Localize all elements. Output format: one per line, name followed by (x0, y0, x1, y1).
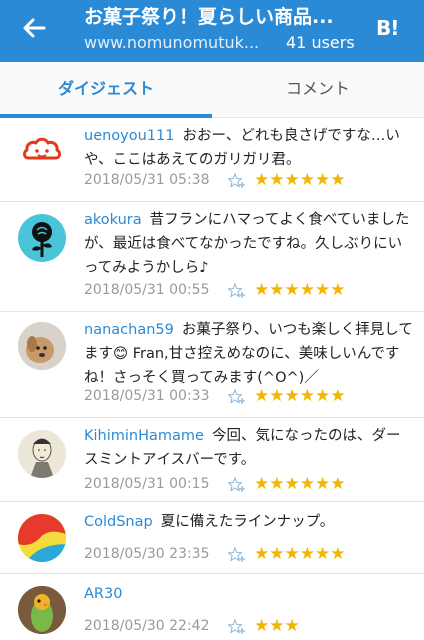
comment-date[interactable]: 2018/05/31 00:33 (84, 384, 210, 408)
list-item[interactable]: nanachan59 お菓子祭り、いつも楽しく拝見してます😊 Fran,甘さ控えめ… (0, 312, 424, 418)
add-star-icon[interactable] (228, 477, 246, 493)
avatar[interactable] (18, 514, 66, 562)
tab-comments[interactable]: コメント (212, 62, 424, 118)
comment-username[interactable]: AR30 (84, 586, 122, 602)
comment-date[interactable]: 2018/05/31 05:38 (84, 168, 210, 192)
star-rating[interactable]: ★★★★★★ (254, 542, 345, 566)
add-star-icon[interactable] (228, 389, 246, 405)
comment-username[interactable]: KihiminHamame (84, 428, 204, 444)
comment-body: akokura 昔フランにハマってよく食べていましたが、最近は食べてなかったですね… (84, 208, 414, 280)
comment-username[interactable]: ColdSnap (84, 514, 153, 530)
list-item[interactable]: ColdSnap 夏に備えたラインナップ。 2018/05/30 23:35 ★★… (0, 502, 424, 574)
comment-body: nanachan59 お菓子祭り、いつも楽しく拝見してます😊 Fran,甘さ控えめ… (84, 318, 414, 390)
star-rating[interactable]: ★★★★★★ (254, 168, 345, 192)
comment-body: ColdSnap 夏に備えたラインナップ。 (84, 510, 414, 534)
app-bar: お菓子祭り！夏らしい商品... www.nomunomutuk... 41 us… (0, 0, 424, 62)
comment-date[interactable]: 2018/05/31 00:55 (84, 278, 210, 302)
tab-bar: ダイジェスト コメント (0, 62, 424, 118)
avatar[interactable] (18, 128, 66, 176)
avatar[interactable] (18, 214, 66, 262)
avatar[interactable] (18, 430, 66, 478)
page-title: お菓子祭り！夏らしい商品... (84, 6, 334, 28)
comment-date[interactable]: 2018/05/31 00:15 (84, 472, 210, 496)
add-star-icon[interactable] (228, 173, 246, 189)
add-star-icon[interactable] (228, 547, 246, 563)
star-rating[interactable]: ★★★ (254, 614, 300, 638)
colorful-circle (18, 514, 66, 562)
dog-photo (18, 322, 66, 370)
star-rating[interactable]: ★★★★★★ (254, 384, 345, 408)
page-url: www.nomunomutuk... (84, 33, 260, 52)
rose-icon (32, 222, 52, 257)
back-arrow-icon[interactable] (18, 12, 50, 44)
hatena-bookmark-button[interactable]: B! (376, 14, 408, 42)
comment-date[interactable]: 2018/05/30 23:35 (84, 542, 210, 566)
users-count: 41 users (286, 33, 355, 52)
comment-body: AR30 (84, 582, 414, 606)
list-item[interactable]: KihiminHamame 今回、気になったのは、ダースミントアイスバーです。 2… (0, 418, 424, 502)
avatar[interactable] (18, 586, 66, 634)
add-star-icon[interactable] (228, 283, 246, 299)
star-rating[interactable]: ★★★★★★ (254, 472, 345, 496)
red-face-icon (23, 137, 61, 160)
comment-body: KihiminHamame 今回、気になったのは、ダースミントアイスバーです。 (84, 424, 414, 472)
comment-list[interactable]: uenoyou111 おおー、どれも良さげですな…いや、ここはあえてのガリガリ君。… (0, 118, 424, 640)
comment-body: uenoyou111 おおー、どれも良さげですな…いや、ここはあえてのガリガリ君。 (84, 124, 414, 172)
comment-username[interactable]: uenoyou111 (84, 128, 175, 144)
tab-digest[interactable]: ダイジェスト (0, 62, 212, 118)
ukiyoe-portrait (18, 430, 66, 478)
avatar[interactable] (18, 322, 66, 370)
comment-username[interactable]: akokura (84, 212, 142, 228)
bird-photo (18, 586, 66, 634)
add-star-icon[interactable] (228, 619, 246, 635)
comment-date[interactable]: 2018/05/30 22:42 (84, 614, 210, 638)
comment-username[interactable]: nanachan59 (84, 322, 174, 338)
list-item[interactable]: uenoyou111 おおー、どれも良さげですな…いや、ここはあえてのガリガリ君。… (0, 118, 424, 202)
list-item[interactable]: AR30 2018/05/30 22:42 ★★★ (0, 574, 424, 640)
star-rating[interactable]: ★★★★★★ (254, 278, 345, 302)
list-item[interactable]: akokura 昔フランにハマってよく食べていましたが、最近は食べてなかったですね… (0, 202, 424, 312)
comment-text: 夏に備えたラインナップ。 (160, 514, 335, 530)
